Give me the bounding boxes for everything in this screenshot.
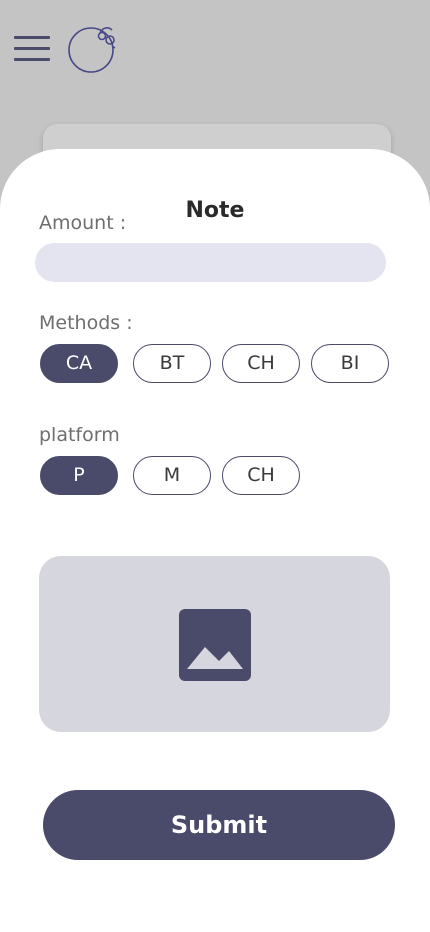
menu-button[interactable] (14, 36, 50, 62)
submit-button[interactable]: Submit (43, 790, 395, 860)
methods-label: Methods : (39, 312, 133, 334)
method-chip-ca[interactable]: CA (40, 344, 118, 383)
menu-line-top (14, 36, 50, 39)
image-upload-area[interactable] (39, 556, 390, 732)
menu-line-bottom (14, 58, 50, 61)
method-chip-bt[interactable]: BT (133, 344, 211, 383)
method-chip-ch[interactable]: CH (222, 344, 300, 383)
platform-chip-ch[interactable]: CH (222, 456, 300, 495)
platform-chip-p[interactable]: P (40, 456, 118, 495)
menu-line-middle (14, 47, 50, 50)
bomb-logo-icon (68, 27, 116, 73)
top-bar (0, 0, 430, 110)
platform-label: platform (39, 424, 120, 446)
platform-chip-m[interactable]: M (133, 456, 211, 495)
method-chip-bi[interactable]: BI (311, 344, 389, 383)
amount-input[interactable] (35, 243, 386, 282)
image-placeholder-icon (179, 609, 251, 681)
amount-label: Amount : (39, 212, 127, 234)
